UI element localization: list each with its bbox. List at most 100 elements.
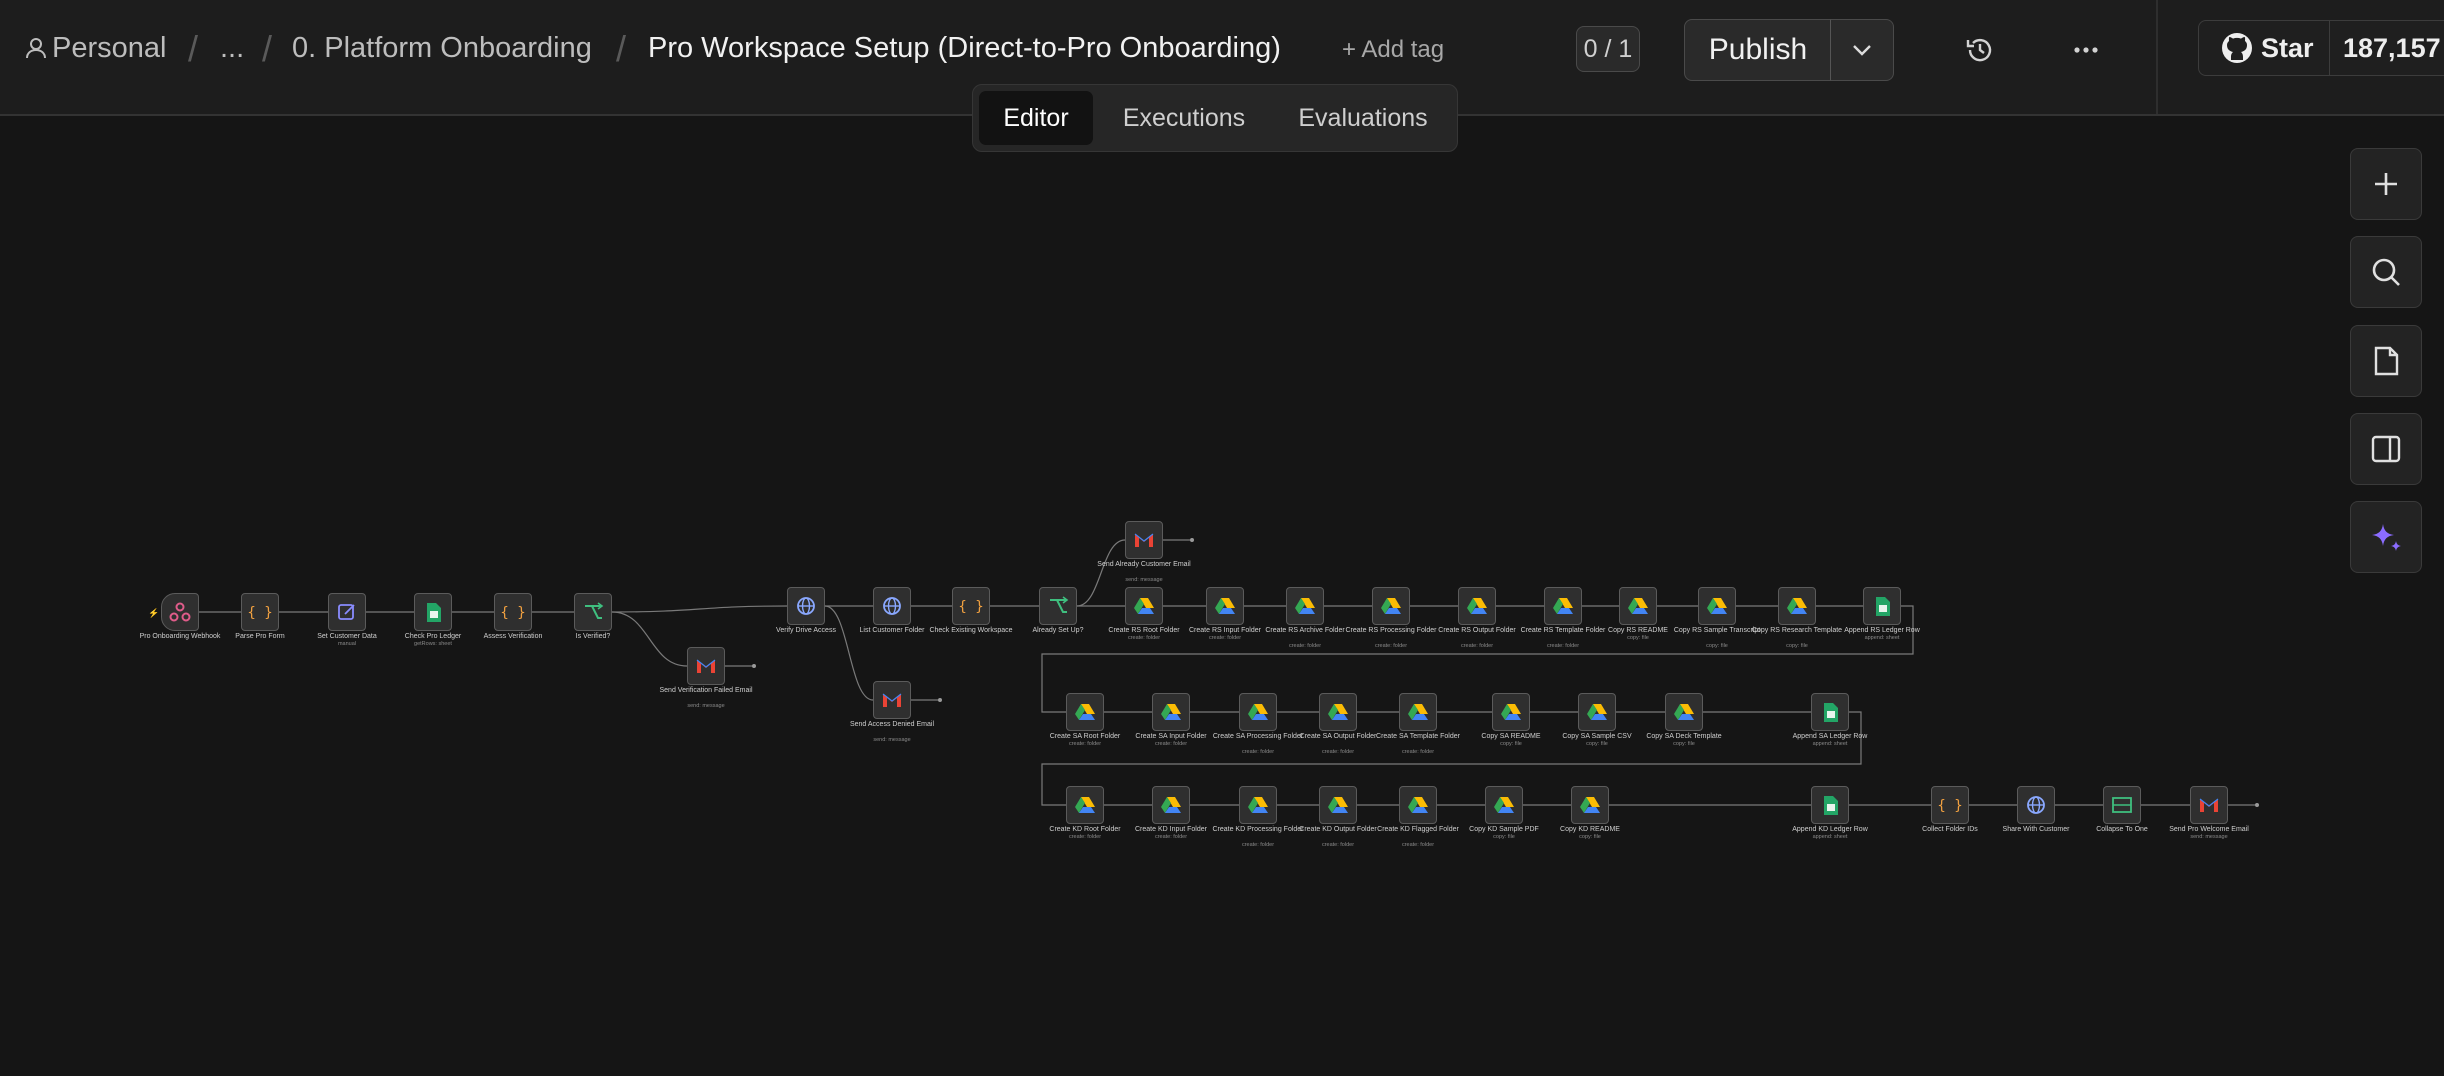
node-verify-drive-access[interactable] [787, 587, 825, 625]
node-subtitle: send: message [2190, 834, 2228, 840]
node-create-kd-root-folder[interactable] [1066, 786, 1104, 824]
node-create-rs-template-folder[interactable] [1544, 587, 1582, 625]
node-label: Create KD Flagged Folder [1377, 826, 1459, 833]
node-create-kd-flagged-folder[interactable] [1399, 786, 1437, 824]
node-check-existing-workspace[interactable]: { } [952, 587, 990, 625]
http-icon [2027, 796, 2045, 814]
node-copy-kd-readme[interactable] [1571, 786, 1609, 824]
node-label: Parse Pro Form [235, 633, 285, 640]
drive-icon [1628, 598, 1648, 614]
node-copy-rs-readme[interactable] [1619, 587, 1657, 625]
node-copy-sa-sample-csv[interactable] [1578, 693, 1616, 731]
node-check-pro-ledger[interactable] [414, 593, 452, 631]
node-label: Copy KD Sample PDF [1469, 826, 1539, 833]
drive-icon [1707, 598, 1727, 614]
node-create-kd-output-folder[interactable] [1319, 786, 1357, 824]
node-list-customer-folder[interactable] [873, 587, 911, 625]
node-send-already-customer-email[interactable] [1125, 521, 1163, 559]
node-create-sa-output-folder[interactable] [1319, 693, 1357, 731]
node-label: Create KD Root Folder [1049, 826, 1121, 833]
output-handle[interactable] [938, 698, 942, 702]
node-collect-folder-ids[interactable]: { } [1931, 786, 1969, 824]
github-star-count: 187,157 [2343, 33, 2441, 63]
node-send-verification-failed-email[interactable] [687, 647, 725, 685]
node-create-kd-processing-folder[interactable] [1239, 786, 1277, 824]
node-append-sa-ledger-row[interactable] [1811, 693, 1849, 731]
node-create-rs-archive-folder[interactable] [1286, 587, 1324, 625]
node-subtitle: create: folder [1154, 741, 1188, 747]
node-send-pro-welcome-email[interactable] [2190, 786, 2228, 824]
node-create-kd-input-folder[interactable] [1152, 786, 1190, 824]
node-send-access-denied-email[interactable] [873, 681, 911, 719]
svg-text:{ }: { } [1937, 798, 1962, 814]
drive-icon [1408, 704, 1428, 720]
breadcrumb-owner-label: Personal [52, 32, 167, 64]
add-tag-button[interactable]: + Add tag [1342, 36, 1444, 64]
node-create-sa-template-folder[interactable] [1399, 693, 1437, 731]
more-options-button[interactable] [2066, 30, 2106, 70]
node-append-rs-ledger-row[interactable] [1863, 587, 1901, 625]
drive-icon [1580, 797, 1600, 813]
node-already-set-up[interactable] [1039, 587, 1077, 625]
gmail-icon [882, 693, 902, 707]
node-label: Collect Folder IDs [1922, 826, 1978, 833]
github-star-button[interactable]: Star [2199, 21, 2330, 75]
node-subtitle: getRows: sheet [414, 641, 452, 647]
sheets-icon [1876, 597, 1890, 616]
node-label: Collapse To One [2096, 826, 2148, 833]
node-create-rs-output-folder[interactable] [1458, 587, 1496, 625]
node-copy-rs-sample-transcript[interactable] [1698, 587, 1736, 625]
node-copy-kd-sample-pdf[interactable] [1485, 786, 1523, 824]
node-copy-sa-deck-template[interactable] [1665, 693, 1703, 731]
breadcrumb-folder[interactable]: 0. Platform Onboarding [292, 32, 592, 65]
history-button[interactable] [1960, 30, 2000, 70]
svg-text:{ }: { } [247, 605, 272, 621]
node-label: Already Set Up? [1032, 627, 1084, 634]
node-create-sa-processing-folder[interactable] [1239, 693, 1277, 731]
code-icon: { } [247, 605, 272, 621]
workflow-canvas[interactable]: Pro Onboarding Webhook{ } Parse Pro Form S… [0, 116, 2444, 1076]
node-label: Send Verification Failed Email [659, 687, 753, 694]
node-set-customer-data[interactable] [328, 593, 366, 631]
breadcrumb-ellipsis[interactable]: ... [220, 32, 244, 65]
drive-icon [1295, 598, 1315, 614]
publish-options-button[interactable] [1830, 19, 1894, 81]
node-subtitle: create: folder [1068, 834, 1102, 840]
breadcrumb-separator: / [188, 28, 199, 69]
node-is-verified[interactable] [574, 593, 612, 631]
svg-text:{ }: { } [500, 605, 525, 621]
node-label: Copy SA README [1481, 733, 1541, 740]
output-handle[interactable] [1190, 538, 1194, 542]
node-share-with-customer[interactable] [2017, 786, 2055, 824]
node-parse-pro-form[interactable]: { } [241, 593, 279, 631]
node-create-rs-input-folder[interactable] [1206, 587, 1244, 625]
sheets-icon [1824, 796, 1838, 815]
node-subtitle: create: folder [1401, 749, 1435, 755]
chevron-down-icon [1853, 45, 1871, 56]
workflow-title[interactable]: Pro Workspace Setup (Direct-to-Pro Onboa… [648, 32, 1281, 65]
node-create-rs-root-folder[interactable] [1125, 587, 1163, 625]
node-create-rs-processing-folder[interactable] [1372, 587, 1410, 625]
breadcrumb-owner[interactable]: Personal [26, 32, 166, 65]
node-pro-onboarding-webhook[interactable] [161, 593, 199, 631]
publish-button[interactable]: Publish [1684, 19, 1832, 81]
output-handle[interactable] [2255, 803, 2259, 807]
node-subtitle: copy: file [1627, 635, 1649, 641]
node-create-sa-root-folder[interactable] [1066, 693, 1104, 731]
node-copy-rs-research-template[interactable] [1778, 587, 1816, 625]
breadcrumb-separator: / [616, 28, 627, 69]
github-star-widget[interactable]: Star 187,157 [2198, 20, 2444, 76]
node-append-kd-ledger-row[interactable] [1811, 786, 1849, 824]
drive-icon [1501, 704, 1521, 720]
node-subtitle: send: message [687, 703, 725, 709]
gmail-icon [1134, 533, 1154, 547]
node-assess-verification[interactable]: { } [494, 593, 532, 631]
sheets-icon [1824, 703, 1838, 722]
node-create-sa-input-folder[interactable] [1152, 693, 1190, 731]
node-subtitle: manual [337, 641, 357, 647]
node-collapse-to-one[interactable] [2103, 786, 2141, 824]
output-handle[interactable] [752, 664, 756, 668]
aggregate-icon [2112, 797, 2132, 813]
user-icon [26, 38, 46, 59]
node-copy-sa-readme[interactable] [1492, 693, 1530, 731]
